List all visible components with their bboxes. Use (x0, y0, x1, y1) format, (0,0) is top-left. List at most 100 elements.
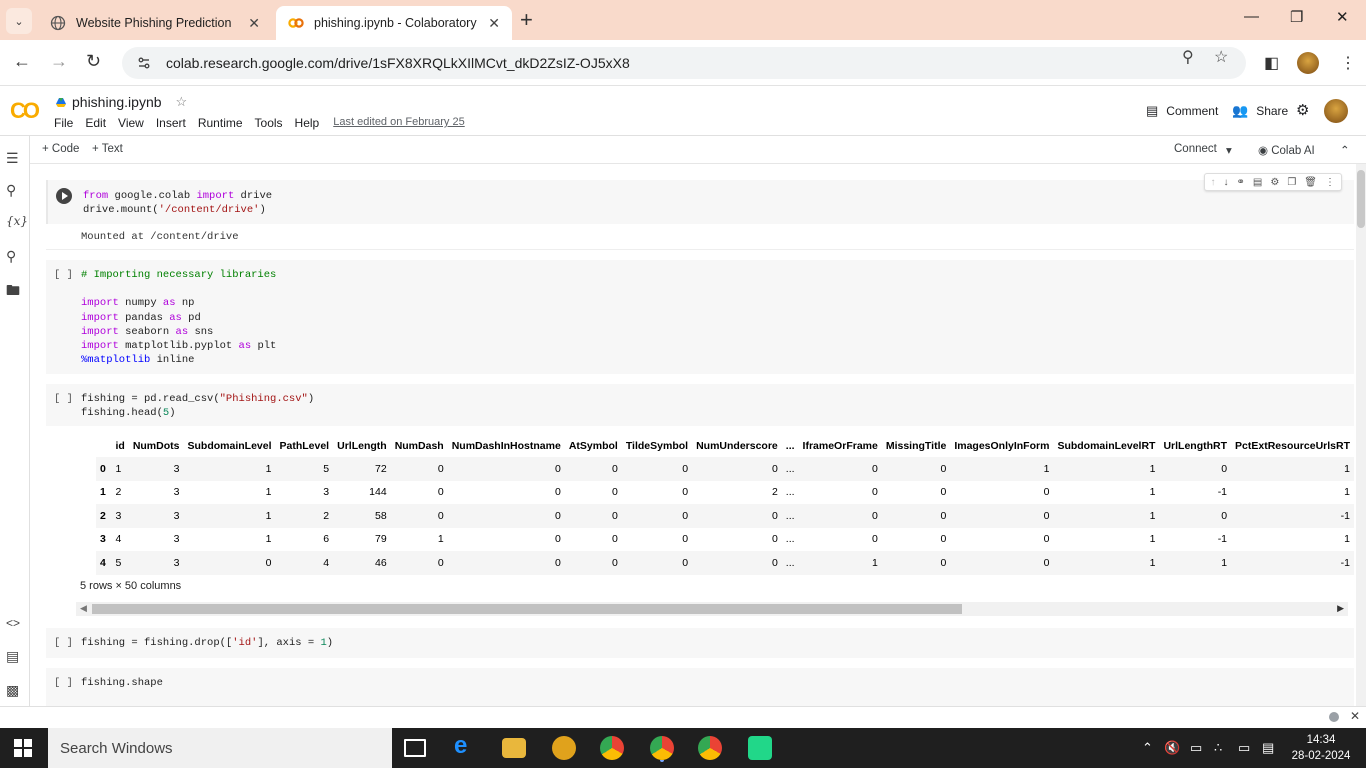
bookmark-star-icon[interactable]: ☆ (1214, 47, 1228, 67)
edge-icon[interactable]: e (454, 732, 478, 759)
notebook-title[interactable]: phishing.ipynb (72, 94, 162, 110)
mirror-cell-icon[interactable]: ❐ (1287, 177, 1296, 188)
cell-settings-gear-icon[interactable]: ⚙ (1270, 177, 1279, 188)
last-edited-link[interactable]: Last edited on February 25 (333, 116, 464, 130)
profile-avatar[interactable] (1297, 52, 1319, 77)
move-up-icon[interactable]: ↑ (1211, 177, 1216, 188)
execution-count-bracket[interactable]: [ ] (54, 393, 73, 405)
delete-trash-icon[interactable]: 🗑 (1304, 177, 1317, 188)
scroll-right-arrow-icon[interactable]: ▶ (1337, 603, 1344, 614)
file-explorer-folder-icon[interactable] (502, 738, 526, 758)
search-icon[interactable]: ⚲ (6, 182, 16, 199)
code-editor[interactable]: fishing = fishing.drop(['id'], axis = 1) (81, 636, 333, 650)
security-shield-app-icon[interactable] (552, 736, 576, 760)
side-panel-icon[interactable]: ◧ (1264, 53, 1279, 73)
battery-icon[interactable]: ▭ (1190, 740, 1202, 756)
menu-edit[interactable]: Edit (85, 116, 106, 130)
wifi-icon[interactable]: ∴ (1214, 740, 1222, 756)
code-editor[interactable]: fishing.shape (81, 676, 163, 690)
comment-button[interactable]: ▤ Comment (1146, 103, 1218, 119)
minimize-icon[interactable]: — (1244, 8, 1259, 25)
code-cell-imports[interactable]: [ ] # Importing necessary libraries impo… (46, 260, 1354, 374)
menu-help[interactable]: Help (295, 116, 320, 130)
system-clock[interactable]: 14:34 28-02-2024 (1290, 732, 1352, 764)
code-editor[interactable]: fishing = pd.read_csv("Phishing.csv") fi… (81, 392, 314, 420)
star-icon[interactable]: ☆ (176, 94, 188, 110)
comment-cell-icon[interactable]: ▤ (1253, 177, 1262, 188)
scrollbar-thumb[interactable] (1357, 170, 1365, 228)
restore-icon[interactable]: ❐ (1290, 8, 1303, 26)
table-cell: ... (785, 462, 795, 475)
close-window-icon[interactable]: ✕ (1336, 8, 1349, 26)
new-tab-plus-icon[interactable]: + (520, 7, 533, 33)
zoom-search-icon[interactable]: ⚲ (1182, 47, 1194, 67)
menu-view[interactable]: View (118, 116, 144, 130)
tab-colab-notebook[interactable]: phishing.ipynb - Colaboratory ✕ (276, 6, 512, 40)
tab-website-phishing-prediction[interactable]: Website Phishing Prediction ✕ (38, 6, 272, 40)
code-cell-mount-drive[interactable]: from google.colab import drive drive.mou… (46, 173, 1354, 224)
pycharm-icon[interactable] (748, 736, 772, 760)
windows-start-icon[interactable] (14, 739, 32, 757)
terminal-icon[interactable]: ▩ (6, 682, 19, 699)
key-icon[interactable]: ⚲ (6, 248, 16, 265)
volume-muted-icon[interactable]: 🔇 (1164, 740, 1180, 756)
display-icon[interactable]: ▭ (1238, 740, 1250, 756)
link-icon[interactable]: ⚭ (1237, 177, 1245, 188)
horizontal-scrollbar[interactable]: ◀ ▶ (76, 602, 1348, 616)
variables-icon[interactable]: {x} (6, 214, 28, 228)
table-cell: 4 (115, 533, 122, 546)
table-row: 1 2 3 1 3 144 0 0 0 0 2... 0 0 0 1 -1 1 (96, 481, 1354, 505)
collapse-chevron-up-icon[interactable]: ⌃ (1340, 143, 1350, 157)
task-view-icon[interactable] (404, 739, 426, 757)
menu-tools[interactable]: Tools (255, 116, 283, 130)
run-cell-play-icon[interactable] (56, 188, 72, 204)
execution-count-bracket[interactable]: [ ] (54, 269, 73, 281)
share-button[interactable]: 👥 Share (1232, 103, 1288, 119)
colab-logo[interactable]: CO (10, 98, 40, 124)
keyboard-icon[interactable]: ▤ (1262, 740, 1274, 756)
menu-file[interactable]: File (54, 116, 73, 130)
back-arrow-icon[interactable]: ← (13, 51, 31, 72)
taskbar-search-box[interactable]: Search Windows (48, 728, 392, 768)
folder-icon[interactable]: 🖿 (6, 280, 20, 304)
move-down-icon[interactable]: ↓ (1224, 177, 1229, 188)
menu-runtime[interactable]: Runtime (198, 116, 243, 130)
close-icon[interactable]: ✕ (248, 15, 260, 32)
table-cell: 6 (323, 533, 330, 546)
close-icon[interactable]: ✕ (488, 15, 500, 32)
chevron-up-icon[interactable]: ⌃ (1142, 740, 1153, 756)
menu-insert[interactable]: Insert (156, 116, 186, 130)
add-code-button[interactable]: + Code (42, 143, 79, 155)
code-editor[interactable]: from google.colab import drive drive.mou… (83, 189, 272, 217)
more-kebab-icon[interactable]: ⋮ (1325, 177, 1335, 188)
table-of-contents-icon[interactable]: ☰ (6, 150, 19, 167)
connect-button[interactable]: Connect (1174, 143, 1217, 155)
vertical-scrollbar[interactable] (1356, 164, 1366, 706)
close-icon[interactable]: ✕ (1350, 709, 1360, 723)
execution-count-bracket[interactable]: [ ] (54, 677, 73, 689)
code-cell-read-csv[interactable]: [ ] fishing = pd.read_csv("Phishing.csv"… (46, 384, 1354, 426)
add-text-button[interactable]: + Text (92, 143, 123, 155)
site-info-icon[interactable] (136, 55, 152, 71)
chevron-down-icon[interactable]: ▾ (1226, 143, 1232, 157)
reload-icon[interactable]: ↻ (86, 51, 101, 72)
colab-ai-button[interactable]: ◉ Colab AI (1258, 143, 1315, 157)
code-cell-shape[interactable]: [ ] fishing.shape (46, 668, 1354, 706)
address-bar[interactable]: colab.research.google.com/drive/1sFX8XRQ… (122, 47, 1246, 79)
chrome-profile-icon[interactable] (650, 736, 674, 760)
execution-count-bracket[interactable]: [ ] (54, 637, 73, 649)
forward-arrow-icon[interactable]: → (50, 51, 68, 72)
code-editor[interactable]: # Importing necessary libraries import n… (81, 268, 276, 367)
tab-search-chevron-icon[interactable]: ⌄ (6, 8, 32, 34)
table-cell: 0 (940, 533, 947, 546)
gear-icon[interactable]: ⚙ (1296, 101, 1309, 119)
kebab-menu-icon[interactable]: ⋮ (1340, 53, 1356, 73)
command-palette-icon[interactable]: ▤ (6, 648, 19, 665)
code-snippets-icon[interactable]: <> (6, 616, 20, 630)
chrome-profile-2-icon[interactable] (698, 736, 722, 760)
account-avatar[interactable] (1324, 99, 1348, 126)
scroll-left-arrow-icon[interactable]: ◀ (80, 603, 87, 614)
code-cell-drop-id[interactable]: [ ] fishing = fishing.drop(['id'], axis … (46, 628, 1354, 658)
scrollbar-thumb[interactable] (92, 604, 962, 614)
chrome-icon[interactable] (600, 736, 624, 760)
